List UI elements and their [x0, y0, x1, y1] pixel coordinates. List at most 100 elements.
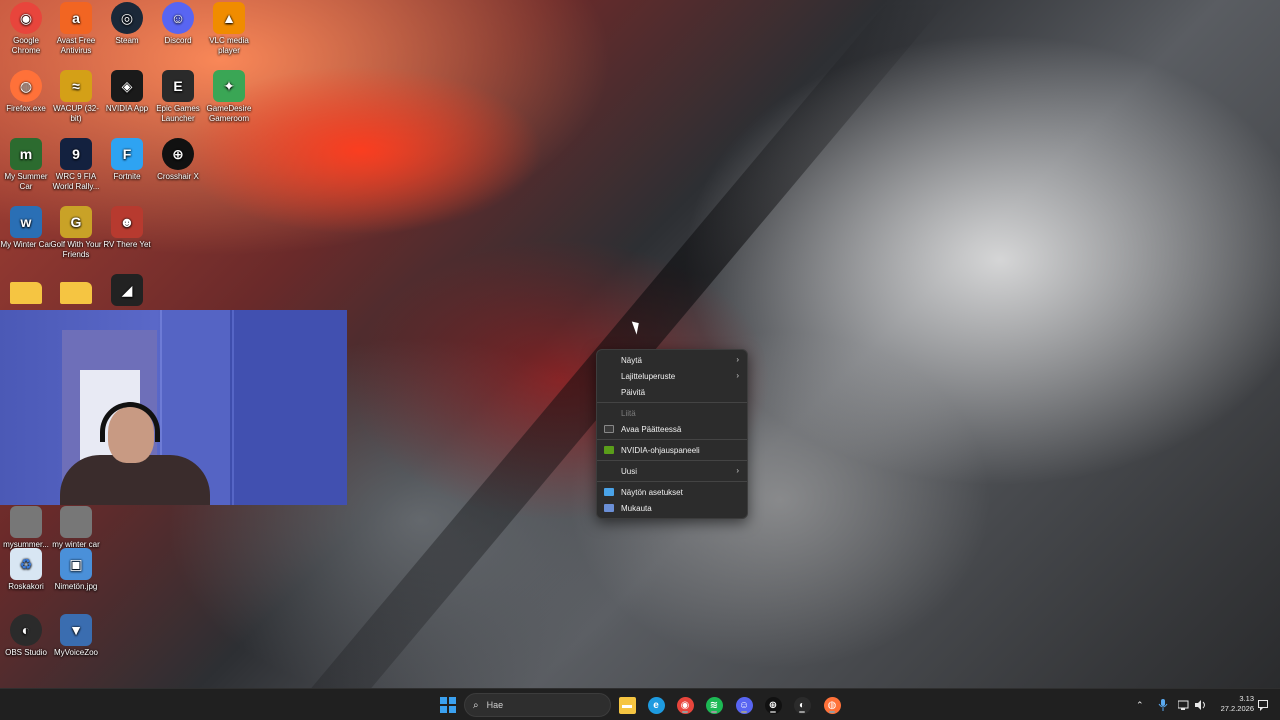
desktop-icon[interactable]: m My Summer Car [0, 138, 52, 192]
folder-icon [60, 282, 92, 304]
desktop-icon-label: Epic Games Launcher [156, 104, 200, 123]
desktop-icon-label: WRC 9 FIA World Rally... [52, 172, 100, 191]
discord-icon[interactable]: ☺ [734, 695, 754, 715]
microphone-icon[interactable] [1158, 689, 1168, 720]
taskbar: ⌕ Hae ▬ e ◉ ≋ ☺ ⊕ ◐ ◍ ⌃ 3.13 27.2.2026 [0, 688, 1280, 720]
desktop-icon[interactable] [50, 274, 102, 306]
desktop-icon-label: My Summer Car [4, 172, 48, 191]
volume-icon[interactable] [1195, 689, 1207, 720]
taskbar-clock[interactable]: 3.13 27.2.2026 [1214, 694, 1254, 714]
menu-item-label: Liitä [621, 408, 636, 418]
terminal-icon [604, 425, 614, 433]
menu-item-paivita[interactable]: Päivitä [597, 384, 747, 400]
running-indicator [799, 711, 805, 713]
desktop-icon-label: Google Chrome [11, 36, 41, 55]
menu-item-label: Lajitteluperuste [621, 371, 676, 381]
menu-item-nayton-asetukset[interactable]: Näytön asetukset [597, 484, 747, 500]
menu-item-mukauta[interactable]: Mukauta [597, 500, 747, 516]
desktop-icon[interactable]: F Fortnite [101, 138, 153, 182]
running-indicator [682, 711, 688, 713]
desktop-icon[interactable]: ◉ Google Chrome [0, 2, 52, 56]
obs-icon[interactable]: ◐ [792, 695, 812, 715]
spotify-icon[interactable]: ≋ [704, 695, 724, 715]
desktop-icon[interactable]: ≈ WACUP (32-bit) [50, 70, 102, 124]
desktop-icon[interactable]: ◈ NVIDIA App [101, 70, 153, 114]
firefox-icon: ◍ [10, 70, 42, 102]
desktop-icon[interactable]: ▼ MyVoiceZoo [50, 614, 102, 658]
desktop-icon[interactable]: ▣ Nimetön.jpg [50, 548, 102, 592]
desktop-icon-label: MyVoiceZoo [53, 648, 99, 657]
personalize-icon [604, 504, 614, 512]
menu-item-nayta[interactable]: Näytä › [597, 352, 747, 368]
crosshair-x-icon: ⊕ [162, 138, 194, 170]
desktop-icon[interactable]: ◍ Firefox.exe [0, 70, 52, 114]
desktop-icon[interactable]: ☻ RV There Yet [101, 206, 153, 250]
desktop-icon-label: Discord [164, 36, 192, 45]
golf-with-your-friends-icon: G [60, 206, 92, 238]
windows-start-icon[interactable] [438, 695, 458, 715]
menu-separator [597, 439, 747, 440]
search-placeholder: Hae [486, 700, 504, 710]
desktop-icon[interactable]: ⊕ Crosshair X [152, 138, 204, 182]
wacup-icon: ≈ [60, 70, 92, 102]
folder-icon [10, 282, 42, 304]
steam-icon: ◎ [111, 2, 143, 34]
menu-item-nvidia-ohjauspaneeli[interactable]: NVIDIA-ohjauspaneeli [597, 442, 747, 458]
notification-icon[interactable] [1258, 689, 1268, 720]
desktop-icon[interactable]: a Avast Free Antivirus [50, 2, 102, 56]
menu-item-lajitteluperuste[interactable]: Lajitteluperuste › [597, 368, 747, 384]
menu-item-label: Päivitä [621, 387, 646, 397]
clock-date: 27.2.2026 [1220, 704, 1254, 713]
desktop-icon[interactable]: G Golf With Your Friends [50, 206, 102, 260]
chrome-icon[interactable]: ◉ [675, 695, 695, 715]
desktop-icon[interactable]: ◐ OBS Studio [0, 614, 52, 658]
network-icon[interactable] [1178, 689, 1190, 720]
desktop-icon[interactable]: ◢ [101, 274, 153, 308]
fortnite-icon: F [111, 138, 143, 170]
shortcut-icon [60, 506, 92, 538]
desktop-icon[interactable]: mysummer... [0, 506, 52, 550]
edge-icon[interactable]: e [646, 695, 666, 715]
desktop-icon[interactable]: ✦ GameDesire Gameroom [203, 70, 255, 124]
menu-item-uusi[interactable]: Uusi › [597, 463, 747, 479]
crosshair-x-icon[interactable]: ⊕ [763, 695, 783, 715]
gamedesire-icon: ✦ [213, 70, 245, 102]
chevron-right-icon: › [736, 355, 739, 364]
desktop-icon-label: Fortnite [113, 172, 141, 181]
desktop-icon-label: Golf With Your Friends [50, 240, 102, 259]
search-icon: ⌕ [473, 699, 479, 711]
display-icon [604, 488, 614, 496]
firefox-icon[interactable]: ◍ [822, 695, 842, 715]
vlc-icon: ▲ [213, 2, 245, 34]
chevron-right-icon: › [736, 371, 739, 380]
desktop-icon-label: My Winter Car [0, 240, 52, 249]
my-summer-car-icon: m [10, 138, 42, 170]
myvoicezoo-icon: ▼ [60, 614, 92, 646]
wallpaper-ridge [311, 0, 949, 688]
wrc9-icon: 9 [60, 138, 92, 170]
menu-item-avaa-paatteessa[interactable]: Avaa Päätteessä [597, 421, 747, 437]
tray-overflow-chevron[interactable]: ⌃ [1136, 689, 1144, 720]
nvidia-icon [604, 446, 614, 454]
desktop-icon[interactable] [0, 274, 52, 306]
menu-item-label: NVIDIA-ohjauspaneeli [621, 445, 700, 455]
chevron-right-icon: › [736, 466, 739, 475]
menu-item-label: Mukauta [621, 503, 652, 513]
desktop-icon[interactable]: 9 WRC 9 FIA World Rally... [50, 138, 102, 192]
desktop-icon[interactable]: E Epic Games Launcher [152, 70, 204, 124]
webcam-closet [232, 310, 347, 505]
desktop-icon[interactable]: w My Winter Car [0, 206, 52, 250]
image-file-icon: ▣ [60, 548, 92, 580]
desktop-icon[interactable]: ▲ VLC media player [203, 2, 255, 56]
running-indicator [770, 711, 776, 713]
avast-icon: a [60, 2, 92, 34]
desktop-icon-label: VLC media player [209, 36, 249, 55]
desktop-icon[interactable]: ◎ Steam [101, 2, 153, 46]
desktop-icon[interactable]: ♻ Roskakori [0, 548, 52, 592]
desktop-icon-label: NVIDIA App [105, 104, 149, 113]
file-explorer-icon-glyph: ▬ [618, 696, 636, 714]
menu-item-label: Uusi [621, 466, 638, 476]
desktop-icon[interactable]: ☺ Discord [152, 2, 204, 46]
file-explorer-icon[interactable]: ▬ [617, 695, 637, 715]
taskbar-search[interactable]: ⌕ Hae [464, 693, 611, 717]
